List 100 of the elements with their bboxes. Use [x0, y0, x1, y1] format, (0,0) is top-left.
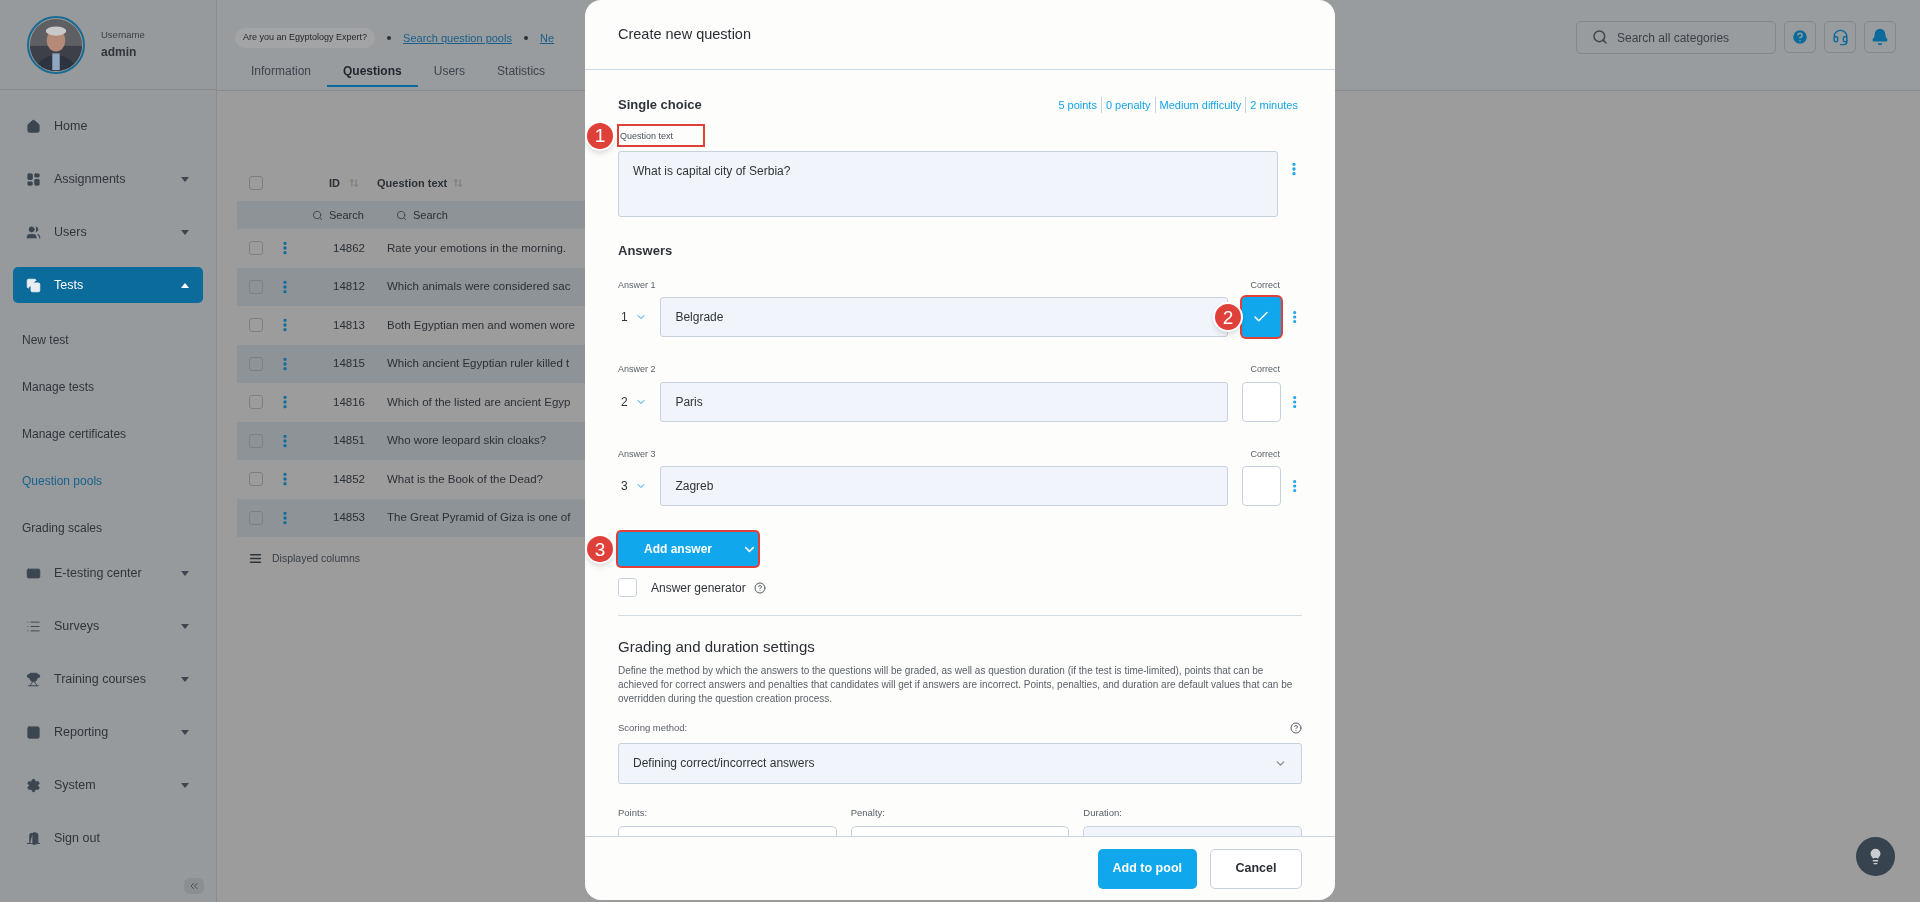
add-to-pool-button[interactable]: Add to pool	[1097, 848, 1197, 889]
row-checkbox[interactable]	[249, 241, 263, 256]
table-cell-text: 14862	[332, 240, 365, 256]
question-setting-link[interactable]: 2 minutes	[1245, 96, 1302, 113]
answer-field[interactable]: Paris	[660, 381, 1229, 422]
search-field[interactable]: Search all categories	[1576, 21, 1776, 54]
table-row[interactable]: 14813 Both Egyptian men and women wore	[237, 306, 585, 345]
correct-checkbox[interactable]	[1242, 381, 1281, 422]
help-button[interactable]	[1784, 21, 1816, 53]
table-row[interactable]: 14853 The Great Pyramid of Giza is one of	[237, 498, 585, 537]
cancel-button[interactable]: Cancel	[1210, 848, 1302, 889]
username-caption: Username	[101, 28, 145, 43]
search-icon	[396, 209, 407, 221]
copy-icon	[26, 277, 41, 293]
question-setting-link[interactable]: Medium difficulty	[1154, 96, 1246, 113]
table-cell-text: 14816	[332, 394, 365, 410]
select-all-checkbox[interactable]	[249, 176, 263, 190]
tab[interactable]: Statistics	[481, 56, 562, 87]
question-field[interactable]: What is capital city of Serbia?	[618, 151, 1279, 217]
callout-number: 1	[585, 120, 615, 151]
question-setting-link[interactable]: 5 points	[1054, 96, 1101, 113]
help-icon	[1791, 28, 1809, 46]
scoring-method-select[interactable]: Defining correct/incorrect answers	[618, 742, 1302, 784]
header-link[interactable]: Ne	[539, 29, 554, 46]
field-label: Scoring method:	[618, 720, 688, 735]
correct-checkbox[interactable]	[1242, 297, 1281, 337]
filter-field[interactable]: Search	[396, 206, 448, 224]
collapse-button[interactable]	[184, 878, 204, 894]
sidebar-item[interactable]: Users	[13, 214, 203, 250]
section-description: Define the method by which the answers to the questions will be graded, as well as question duration (if the test is time-limited), points that can be achieved for correct answers and penalties that candidates will get if answers are incorrect. Points, penalties, and duration are default values that can be overridden during the question creation process.	[618, 663, 1294, 706]
row-checkbox[interactable]	[249, 472, 263, 487]
sidebar-subitem[interactable]: New test	[13, 330, 203, 350]
table-cell-text: What is the Book of the Dead?	[387, 471, 543, 487]
correct-label: Correct	[1250, 363, 1280, 376]
answer-label: Answer 3	[618, 447, 656, 461]
column-header[interactable]: ID	[329, 174, 349, 192]
sidebar-item[interactable]: Sign out	[13, 820, 203, 856]
section-title: Grading and duration settings	[618, 637, 816, 657]
table-cell-text: 14815	[332, 356, 365, 372]
tab[interactable]: Users	[417, 56, 482, 87]
correct-label: Correct	[1250, 278, 1280, 292]
table-cell-text: 14852	[332, 471, 365, 487]
table-row[interactable]: 14812 Which animals were considered sac	[237, 267, 585, 306]
answer-order-dropdown[interactable]: 1	[618, 308, 661, 326]
users-icon	[26, 224, 41, 240]
table-cell-text: Both Egyptian men and women wore	[387, 317, 575, 333]
sidebar-item[interactable]: Training courses	[13, 661, 203, 697]
sidebar-item[interactable]: Assignments	[13, 161, 203, 197]
table-cell-text: 14813	[332, 317, 365, 333]
table-row[interactable]: 14816 Which of the listed are ancient Egyp	[237, 383, 585, 422]
filter-field[interactable]: Search	[312, 206, 390, 224]
table-row[interactable]: 14862 Rate your emotions in the morning.	[237, 229, 585, 268]
sort-icon[interactable]	[453, 178, 464, 188]
sidebar-item[interactable]: Tests	[13, 267, 203, 303]
support-button[interactable]	[1824, 21, 1856, 53]
answer-order-dropdown[interactable]: 2	[618, 392, 661, 411]
list-icon	[26, 618, 41, 634]
headset-icon	[1831, 28, 1849, 46]
callout-number: 3	[585, 534, 615, 564]
section-title: Answers	[618, 242, 674, 260]
table-cell-text: 14853	[332, 510, 365, 526]
add-answer-button[interactable]: Add answer	[618, 532, 758, 566]
columns-icon[interactable]	[249, 552, 262, 566]
sort-icon[interactable]	[349, 178, 359, 188]
row-checkbox[interactable]	[249, 395, 263, 410]
correct-checkbox[interactable]	[1242, 466, 1281, 506]
table-row[interactable]: 14815 Which ancient Egyptian ruler killed t	[237, 344, 585, 383]
help-icon[interactable]	[753, 581, 766, 594]
sidebar-item[interactable]: E-testing center	[13, 555, 203, 591]
search-icon	[312, 209, 323, 221]
notifications-button[interactable]	[1864, 21, 1896, 53]
help-icon[interactable]	[1290, 721, 1302, 734]
table-row[interactable]: 14852 What is the Book of the Dead?	[237, 460, 585, 499]
table-cell-text: 14851	[332, 433, 365, 449]
sidebar-item[interactable]: Reporting	[13, 714, 203, 750]
question-setting-link[interactable]: 0 penalty	[1100, 96, 1155, 113]
tab[interactable]: Information	[235, 56, 328, 87]
home-icon	[26, 118, 41, 134]
sidebar-subitem[interactable]: Manage tests	[13, 377, 203, 397]
sidebar-subitem[interactable]: Question pools	[13, 471, 203, 491]
answer-field[interactable]: Zagreb	[660, 466, 1229, 506]
tab[interactable]: Questions	[327, 56, 418, 87]
header-link[interactable]: Search question pools	[403, 29, 512, 46]
sidebar-item[interactable]: Home	[13, 108, 203, 144]
question-type: Single choice	[618, 96, 702, 114]
column-header[interactable]: Question text	[377, 174, 448, 192]
sidebar-subitem[interactable]: Grading scales	[13, 518, 203, 538]
displayed-columns-link[interactable]: Displayed columns	[272, 551, 361, 567]
generator-checkbox[interactable]	[618, 578, 637, 597]
table-cell-text: Who wore leopard skin cloaks?	[387, 433, 547, 449]
sidebar-item[interactable]: System	[13, 767, 203, 803]
table-cell-text: Which of the listed are ancient Egyp	[387, 394, 571, 410]
sidebar-subitem[interactable]: Manage certificates	[13, 424, 203, 444]
door-icon	[26, 830, 41, 846]
answer-order-dropdown[interactable]: 3	[618, 477, 661, 495]
checkbox-label: Answer generator	[651, 579, 746, 597]
row-checkbox[interactable]	[249, 318, 263, 333]
sidebar-item[interactable]: Surveys	[13, 608, 203, 644]
table-row[interactable]: 14851 Who wore leopard skin cloaks?	[237, 421, 585, 460]
answer-label: Answer 2	[618, 363, 656, 376]
